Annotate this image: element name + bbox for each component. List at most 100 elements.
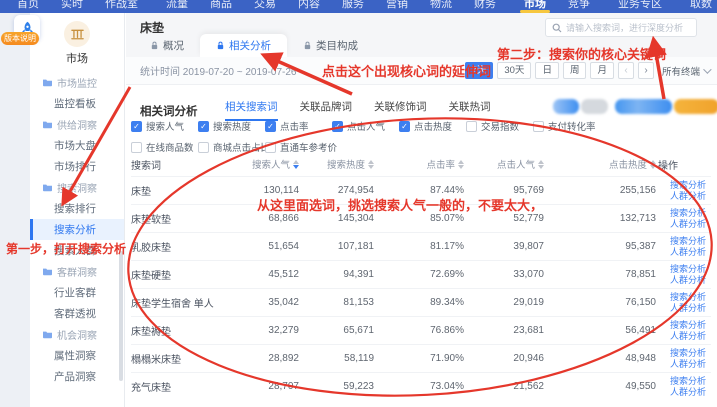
sidebar-item-搜索排行[interactable]: 搜索排行	[30, 198, 124, 219]
nav-item-内容[interactable]: 内容	[287, 0, 331, 13]
filter-支付转化率[interactable]: 支付转化率	[533, 119, 600, 133]
filter-搜索人气[interactable]: ✓搜索人气	[131, 119, 198, 133]
sidebar-item-供给洞察[interactable]: 供给洞察	[30, 114, 124, 135]
subtab-关联热词[interactable]: 关联热词	[449, 99, 491, 121]
tab-类目构成[interactable]: 类目构成	[287, 34, 374, 57]
blurred-button[interactable]	[674, 99, 717, 114]
action-link-搜索分析[interactable]: 搜索分析	[670, 292, 709, 303]
action-link-搜索分析[interactable]: 搜索分析	[670, 180, 709, 191]
filter-点击热度[interactable]: ✓点击热度	[399, 119, 466, 133]
subtab-关联品牌词[interactable]: 关联品牌词	[300, 99, 353, 121]
action-link-人群分析[interactable]: 人群分析	[670, 247, 709, 258]
range-button-月[interactable]: 月	[590, 62, 614, 79]
nav-item-首页[interactable]: 首页	[6, 0, 50, 13]
sidebar-item-客群洞察[interactable]: 客群洞察	[30, 261, 124, 282]
range-button-日[interactable]: 日	[535, 62, 559, 79]
checkbox-icon[interactable]: ✓	[131, 121, 142, 132]
filter-label: 点击人气	[347, 119, 385, 133]
metric-cell: 94,391	[301, 269, 376, 280]
nav-item-取数[interactable]: 取数	[679, 0, 717, 13]
range-button-7天[interactable]: 7天	[465, 62, 494, 79]
keyword-search-box[interactable]	[545, 18, 697, 37]
checkbox-icon[interactable]	[533, 121, 544, 132]
checkbox-icon[interactable]	[265, 142, 276, 153]
column-header-搜索人气[interactable]: 搜索人气	[246, 157, 301, 171]
nav-item-作战室[interactable]: 作战室	[94, 0, 149, 13]
action-link-搜索分析[interactable]: 搜索分析	[670, 320, 709, 331]
blurred-button[interactable]	[615, 99, 672, 114]
subtab-相关搜索词[interactable]: 相关搜索词	[225, 99, 278, 121]
nav-item-实时[interactable]: 实时	[50, 0, 94, 13]
filter-搜索热度[interactable]: ✓搜索热度	[198, 119, 265, 133]
checkbox-icon[interactable]: ✓	[332, 121, 343, 132]
sidebar-scrollbar[interactable]	[119, 251, 123, 381]
nav-item-业务专区[interactable]: 业务专区	[607, 0, 673, 13]
nav-item-服务[interactable]: 服务	[331, 0, 375, 13]
checkbox-icon[interactable]	[198, 142, 209, 153]
checkbox-icon[interactable]: ✓	[399, 121, 410, 132]
range-button-周[interactable]: 周	[563, 62, 587, 79]
sidebar-item-搜索洞察[interactable]: 搜索洞察	[30, 177, 124, 198]
nav-item-营销[interactable]: 营销	[375, 0, 419, 13]
sidebar-item-机会洞察[interactable]: 机会洞察	[30, 324, 124, 345]
sidebar-item-市场排行[interactable]: 市场排行	[30, 156, 124, 177]
checkbox-icon[interactable]	[466, 121, 477, 132]
prev-page-button[interactable]: ‹	[618, 62, 634, 79]
terminal-dropdown[interactable]: 所有终端	[662, 64, 709, 78]
column-header-点击热度[interactable]: 点击热度	[546, 157, 658, 171]
sidebar-item-客群透视[interactable]: 客群透视	[30, 303, 124, 324]
nav-item-商品[interactable]: 商品	[199, 0, 243, 13]
market-module-icon[interactable]	[64, 21, 90, 47]
nav-item-交易[interactable]: 交易	[243, 0, 287, 13]
module-label: 市场	[30, 50, 124, 66]
action-link-人群分析[interactable]: 人群分析	[670, 191, 709, 202]
subtab-关联修饰词[interactable]: 关联修饰词	[374, 99, 427, 121]
action-link-人群分析[interactable]: 人群分析	[670, 275, 709, 286]
nav-item-财务[interactable]: 财务	[463, 0, 507, 13]
nav-item-物流[interactable]: 物流	[419, 0, 463, 13]
sort-icon	[293, 160, 299, 169]
action-link-搜索分析[interactable]: 搜索分析	[670, 348, 709, 359]
action-link-搜索分析[interactable]: 搜索分析	[670, 208, 709, 219]
blurred-button[interactable]	[581, 99, 608, 114]
sidebar-item-属性洞察[interactable]: 属性洞察	[30, 345, 124, 366]
checkbox-icon[interactable]: ✓	[265, 121, 276, 132]
filter-点击率[interactable]: ✓点击率	[265, 119, 332, 133]
nav-item-市场[interactable]: 市场	[513, 0, 557, 13]
filter-点击人气[interactable]: ✓ 点击人气	[332, 119, 399, 133]
column-header-点击率[interactable]: 点击率	[376, 157, 466, 171]
tab-概况[interactable]: 概况	[134, 34, 200, 57]
action-link-搜索分析[interactable]: 搜索分析	[670, 264, 709, 275]
metric-cell: 81,153	[301, 297, 376, 308]
sidebar-item-label: 产品洞察	[54, 369, 96, 384]
sidebar-item-市场监控[interactable]: 市场监控	[30, 72, 124, 93]
action-link-人群分析[interactable]: 人群分析	[670, 219, 709, 230]
sidebar-item-市场大盘[interactable]: 市场大盘	[30, 135, 124, 156]
action-link-人群分析[interactable]: 人群分析	[670, 331, 709, 342]
search-word-cell: 充气床垫	[131, 379, 246, 394]
action-link-搜索分析[interactable]: 搜索分析	[670, 236, 709, 247]
sidebar-item-label: 属性洞察	[54, 348, 96, 363]
tab-相关分析[interactable]: 相关分析	[200, 34, 287, 57]
action-link-人群分析[interactable]: 人群分析	[670, 387, 709, 398]
nav-item-竞争[interactable]: 竞争	[557, 0, 601, 13]
sidebar-item-搜索分析[interactable]: 搜索分析	[30, 219, 124, 240]
nav-item-流量[interactable]: 流量	[155, 0, 199, 13]
column-header-点击人气[interactable]: 点击人气	[466, 157, 546, 171]
action-link-人群分析[interactable]: 人群分析	[670, 303, 709, 314]
action-link-人群分析[interactable]: 人群分析	[670, 359, 709, 370]
search-input[interactable]	[566, 23, 690, 33]
column-header-搜索热度[interactable]: 搜索热度	[301, 157, 376, 171]
next-page-button[interactable]: ›	[638, 62, 654, 79]
sidebar-item-监控看板[interactable]: 监控看板	[30, 93, 124, 114]
range-button-30天[interactable]: 30天	[497, 62, 531, 79]
checkbox-icon[interactable]	[131, 142, 142, 153]
sidebar-item-产品洞察[interactable]: 产品洞察	[30, 366, 124, 387]
action-link-搜索分析[interactable]: 搜索分析	[670, 376, 709, 387]
blurred-button[interactable]	[553, 99, 579, 114]
sidebar-item-搜索人群[interactable]: 搜索人群	[30, 240, 124, 261]
sidebar-item-行业客群[interactable]: 行业客群	[30, 282, 124, 303]
version-badge[interactable]: 版本说明	[1, 32, 39, 45]
filter-交易指数[interactable]: 交易指数	[466, 119, 533, 133]
checkbox-icon[interactable]: ✓	[198, 121, 209, 132]
